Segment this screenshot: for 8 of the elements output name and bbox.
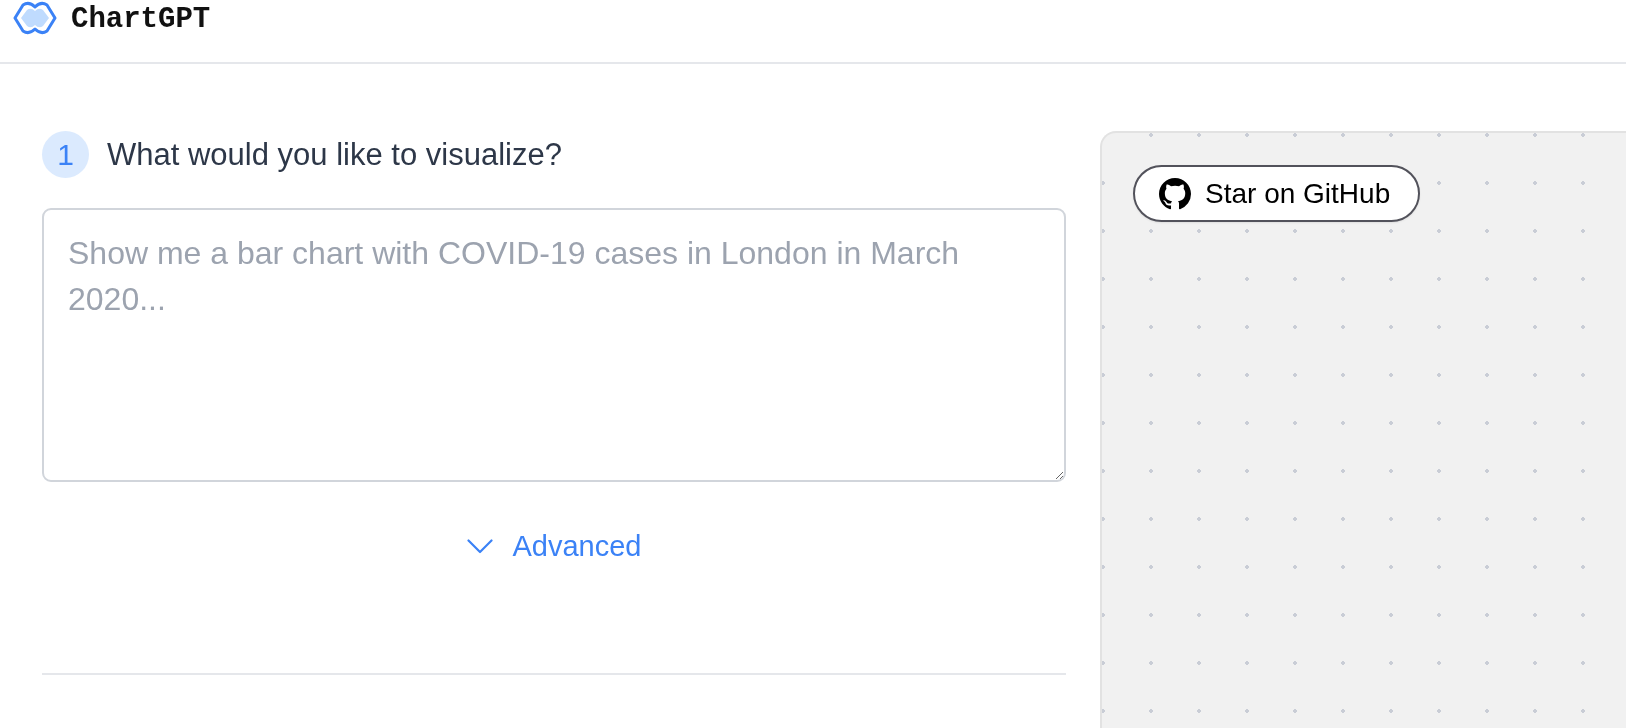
step-question: What would you like to visualize? bbox=[107, 136, 562, 173]
logo-icon bbox=[12, 1, 58, 35]
advanced-toggle[interactable]: Advanced bbox=[466, 530, 642, 563]
prompt-input-field[interactable]: Show me a bar chart with COVID-19 cases in London in March 2020... bbox=[42, 208, 1066, 482]
github-icon bbox=[1159, 177, 1191, 210]
app-title: ChartGPT bbox=[71, 2, 211, 38]
github-star-button[interactable]: Star on GitHub bbox=[1133, 165, 1421, 222]
step-number: 1 bbox=[42, 131, 89, 178]
